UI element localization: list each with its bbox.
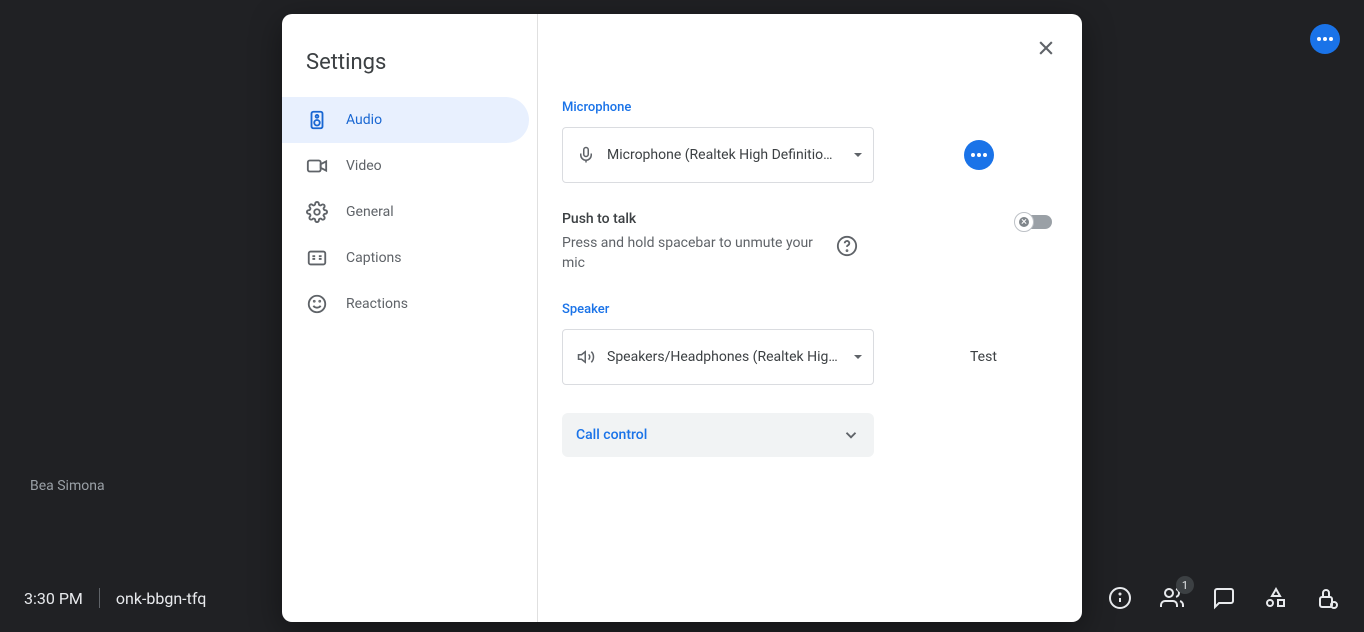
bottom-right-icons: 1 [1108,586,1340,610]
toggle-knob [1014,212,1034,232]
captions-icon [306,247,328,269]
activities-button[interactable] [1264,586,1288,610]
sidebar-item-label: Video [346,158,382,174]
shapes-icon [1264,586,1288,610]
push-to-talk-description: Press and hold spacebar to unmute your m… [562,233,822,274]
sidebar-item-general[interactable]: General [282,189,529,235]
info-icon [1108,586,1132,610]
participant-name-label: Bea Simona [30,478,105,494]
call-control-expander[interactable]: Call control [562,413,874,457]
people-count-badge: 1 [1176,576,1194,594]
divider [99,588,100,608]
close-button[interactable] [1032,34,1060,62]
lock-person-icon [1316,586,1340,610]
gear-icon [306,201,328,223]
meeting-details-button[interactable] [1108,586,1132,610]
chevron-down-icon [842,426,860,444]
mic-icon [577,146,595,164]
settings-sidebar: Settings Audio Video General Captions Re… [282,14,538,622]
microphone-section-label: Microphone [562,100,1052,115]
more-options-button[interactable] [1310,24,1340,54]
clock-time: 3:30 PM [24,589,83,608]
push-to-talk-toggle[interactable] [1016,215,1052,229]
sidebar-item-label: Captions [346,250,402,266]
bottom-left-info: 3:30 PM onk-bbgn-tfq [24,588,206,608]
sidebar-item-reactions[interactable]: Reactions [282,281,529,327]
microphone-dropdown[interactable]: Microphone (Realtek High Definitio… [562,127,874,183]
host-controls-button[interactable] [1316,586,1340,610]
sidebar-item-label: Audio [346,112,382,128]
settings-content: Microphone Microphone (Realtek High Defi… [538,14,1082,622]
speaker-icon [306,109,328,131]
microphone-value: Microphone (Realtek High Definitio… [607,147,841,163]
sidebar-item-captions[interactable]: Captions [282,235,529,281]
speaker-value: Speakers/Headphones (Realtek Hig… [607,349,841,365]
settings-modal: Settings Audio Video General Captions Re… [282,14,1082,622]
close-icon [1036,38,1056,58]
volume-icon [577,348,595,366]
meeting-code: onk-bbgn-tfq [116,589,206,608]
more-horizontal-icon [971,153,987,157]
chat-button[interactable] [1212,586,1236,610]
settings-title: Settings [282,38,537,97]
help-icon[interactable] [836,235,858,257]
more-horizontal-icon [1317,37,1333,41]
mic-level-indicator[interactable] [964,140,994,170]
caret-down-icon [853,150,863,160]
sidebar-item-video[interactable]: Video [282,143,529,189]
sidebar-item-label: General [346,204,394,220]
call-control-label: Call control [576,427,647,443]
speaker-section-label: Speaker [562,302,1052,317]
sidebar-item-audio[interactable]: Audio [282,97,529,143]
sidebar-item-label: Reactions [346,296,408,312]
chat-icon [1212,586,1236,610]
test-speaker-button[interactable]: Test [970,349,997,365]
smile-icon [306,293,328,315]
caret-down-icon [853,352,863,362]
video-icon [306,155,328,177]
speaker-dropdown[interactable]: Speakers/Headphones (Realtek Hig… [562,329,874,385]
push-to-talk-title: Push to talk [562,211,858,227]
people-button[interactable]: 1 [1160,586,1184,610]
